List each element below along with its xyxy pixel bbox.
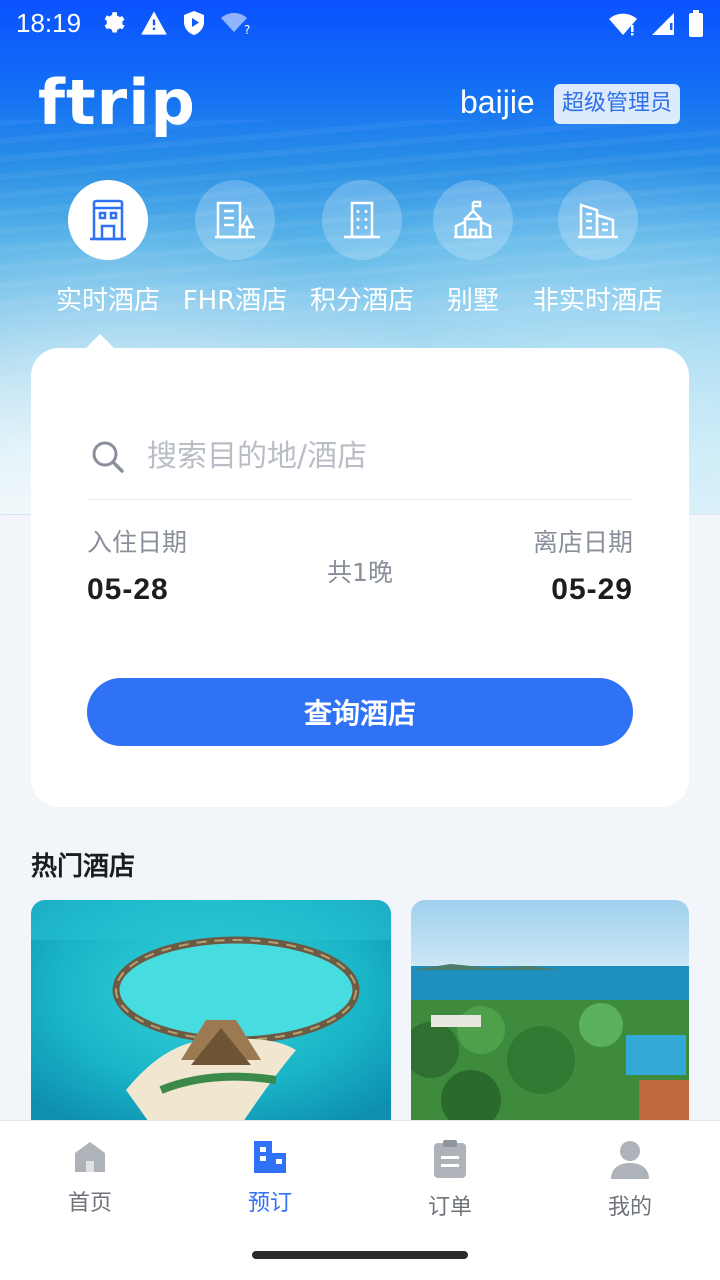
hot-hotels-title: 热门酒店 — [31, 852, 136, 882]
home-icon — [75, 1142, 105, 1172]
clipboard-icon — [434, 1140, 466, 1178]
tab-label: 预订 — [247, 1191, 292, 1216]
status-bar: 18:19 ? — [0, 0, 720, 50]
tab-orders[interactable]: 订单 — [390, 1139, 510, 1221]
hotel-photo — [31, 900, 391, 1125]
wifi-question-icon: ? — [221, 12, 250, 36]
status-icons-left: ? — [100, 10, 254, 36]
home-indicator[interactable] — [252, 1251, 468, 1259]
category-label: 别墅 — [446, 286, 499, 316]
hotel-card-image[interactable] — [31, 900, 391, 1125]
category-label: 积分酒店 — [309, 286, 414, 316]
app-logo: ftrip — [38, 66, 196, 139]
hotel-photo — [411, 900, 689, 1125]
hotel-tree-icon — [215, 201, 255, 239]
active-category-pointer — [85, 334, 115, 349]
tab-profile[interactable]: 我的 — [570, 1139, 690, 1221]
shield-icon — [184, 11, 204, 35]
search-card: 入住日期 05-28 共1晚 离店日期 05-29 查询酒店 — [31, 348, 689, 807]
category-nonrealtime-hotel[interactable]: 非实时酒店 — [523, 180, 673, 317]
checkout-date-picker[interactable]: 离店日期 05-29 — [533, 523, 633, 607]
category-label: 实时酒店 — [55, 286, 160, 316]
role-badge: 超级管理员 — [554, 84, 681, 124]
svg-text:?: ? — [244, 23, 250, 36]
gear-icon — [104, 12, 125, 33]
booking-building-icon — [254, 1141, 286, 1173]
city-building-icon — [578, 203, 618, 239]
checkout-label: 离店日期 — [532, 528, 633, 557]
hotel-card-image[interactable] — [411, 900, 689, 1125]
category-points-hotel[interactable]: 积分酒店 — [302, 180, 422, 317]
villa-icon — [454, 200, 492, 239]
tab-label: 我的 — [607, 1195, 652, 1220]
category-villa[interactable]: 别墅 — [413, 180, 533, 317]
tab-home[interactable]: 首页 — [30, 1139, 150, 1217]
tab-label: 首页 — [67, 1191, 112, 1216]
office-building-icon — [344, 201, 380, 239]
search-input[interactable] — [147, 436, 617, 476]
signal-icon — [652, 13, 674, 35]
category-label: 非实时酒店 — [532, 286, 663, 316]
status-time: 18:19 — [16, 8, 82, 38]
hotel-building-icon — [90, 199, 126, 241]
wifi-icon — [609, 13, 637, 36]
search-field[interactable] — [87, 428, 633, 500]
username: baijie — [460, 84, 535, 120]
tab-booking[interactable]: 预订 — [210, 1139, 330, 1217]
user-icon — [611, 1141, 649, 1179]
checkout-date: 05-29 — [551, 573, 633, 606]
warning-icon — [141, 11, 167, 35]
category-label: FHR酒店 — [182, 286, 288, 316]
search-hotels-button[interactable]: 查询酒店 — [87, 678, 633, 746]
category-realtime-hotel[interactable]: 实时酒店 — [48, 180, 168, 317]
status-icons-right — [608, 10, 704, 38]
category-fhr-hotel[interactable]: FHR酒店 — [175, 180, 295, 317]
tab-label: 订单 — [427, 1195, 472, 1220]
search-icon — [92, 441, 124, 473]
battery-icon — [689, 10, 703, 37]
